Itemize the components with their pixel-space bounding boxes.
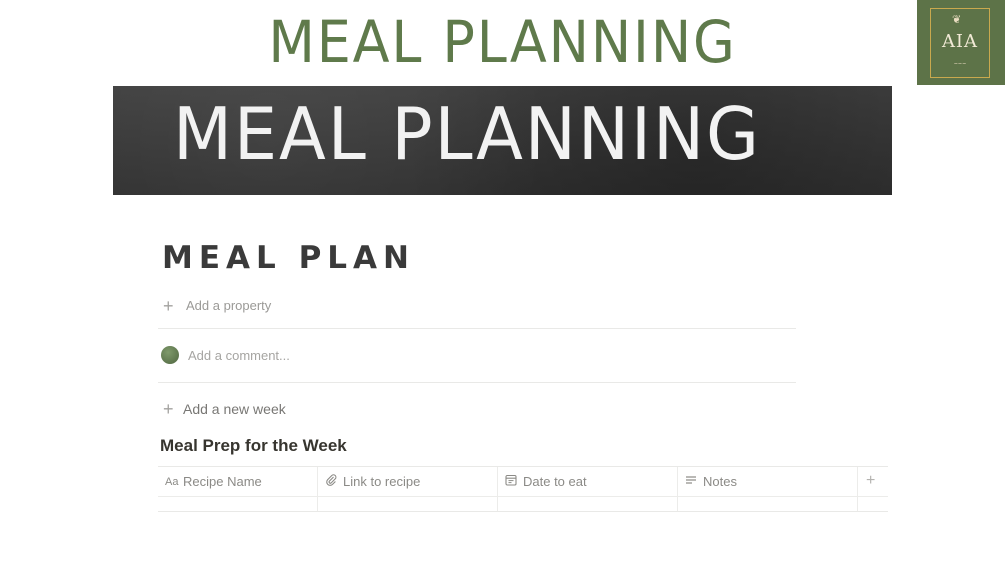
- link-icon: [325, 474, 337, 489]
- column-header-label: Date to eat: [523, 474, 587, 489]
- column-header-label: Recipe Name: [183, 474, 262, 489]
- column-header-label: Notes: [703, 474, 737, 489]
- plus-icon: +: [163, 399, 174, 419]
- logo-frame: ❦ AIA ~~~: [930, 8, 990, 78]
- plus-icon: +: [163, 295, 174, 316]
- database-table: Aa Recipe Name Link to recipe Date to ea…: [158, 466, 888, 512]
- database-title[interactable]: Meal Prep for the Week: [160, 436, 347, 456]
- banner-text: MEAL PLANNING: [173, 92, 761, 176]
- text-property-icon: Aa: [165, 475, 179, 488]
- comment-input[interactable]: Add a comment...: [161, 346, 290, 364]
- add-week-label: Add a new week: [183, 401, 286, 417]
- column-header-label: Link to recipe: [343, 474, 421, 489]
- logo-text: AIA: [941, 31, 979, 52]
- column-notes[interactable]: Notes: [678, 467, 858, 511]
- avatar: [161, 346, 179, 364]
- add-column-plus-icon[interactable]: +: [866, 472, 875, 490]
- calendar-icon: [505, 474, 517, 489]
- leaf-icon: ❦: [952, 14, 962, 26]
- column-recipe-name[interactable]: Aa Recipe Name: [158, 467, 318, 511]
- add-property-label: Add a property: [186, 298, 272, 313]
- page-title[interactable]: MEAL PLAN: [162, 240, 415, 276]
- add-new-week-button[interactable]: + Add a new week: [163, 399, 286, 419]
- add-property-button[interactable]: + Add a property: [163, 295, 272, 316]
- column-link-to-recipe[interactable]: Link to recipe: [318, 467, 498, 511]
- column-date-to-eat[interactable]: Date to eat: [498, 467, 678, 511]
- divider: [158, 328, 796, 329]
- cover-banner: MEAL PLANNING: [113, 86, 892, 195]
- logo-signature-icon: ~~~: [953, 61, 967, 67]
- divider: [158, 382, 796, 383]
- brand-logo: ❦ AIA ~~~: [917, 0, 1005, 85]
- presentation-title: MEAL PLANNING: [268, 8, 737, 76]
- notes-icon: [685, 475, 697, 489]
- comment-placeholder: Add a comment...: [188, 347, 290, 363]
